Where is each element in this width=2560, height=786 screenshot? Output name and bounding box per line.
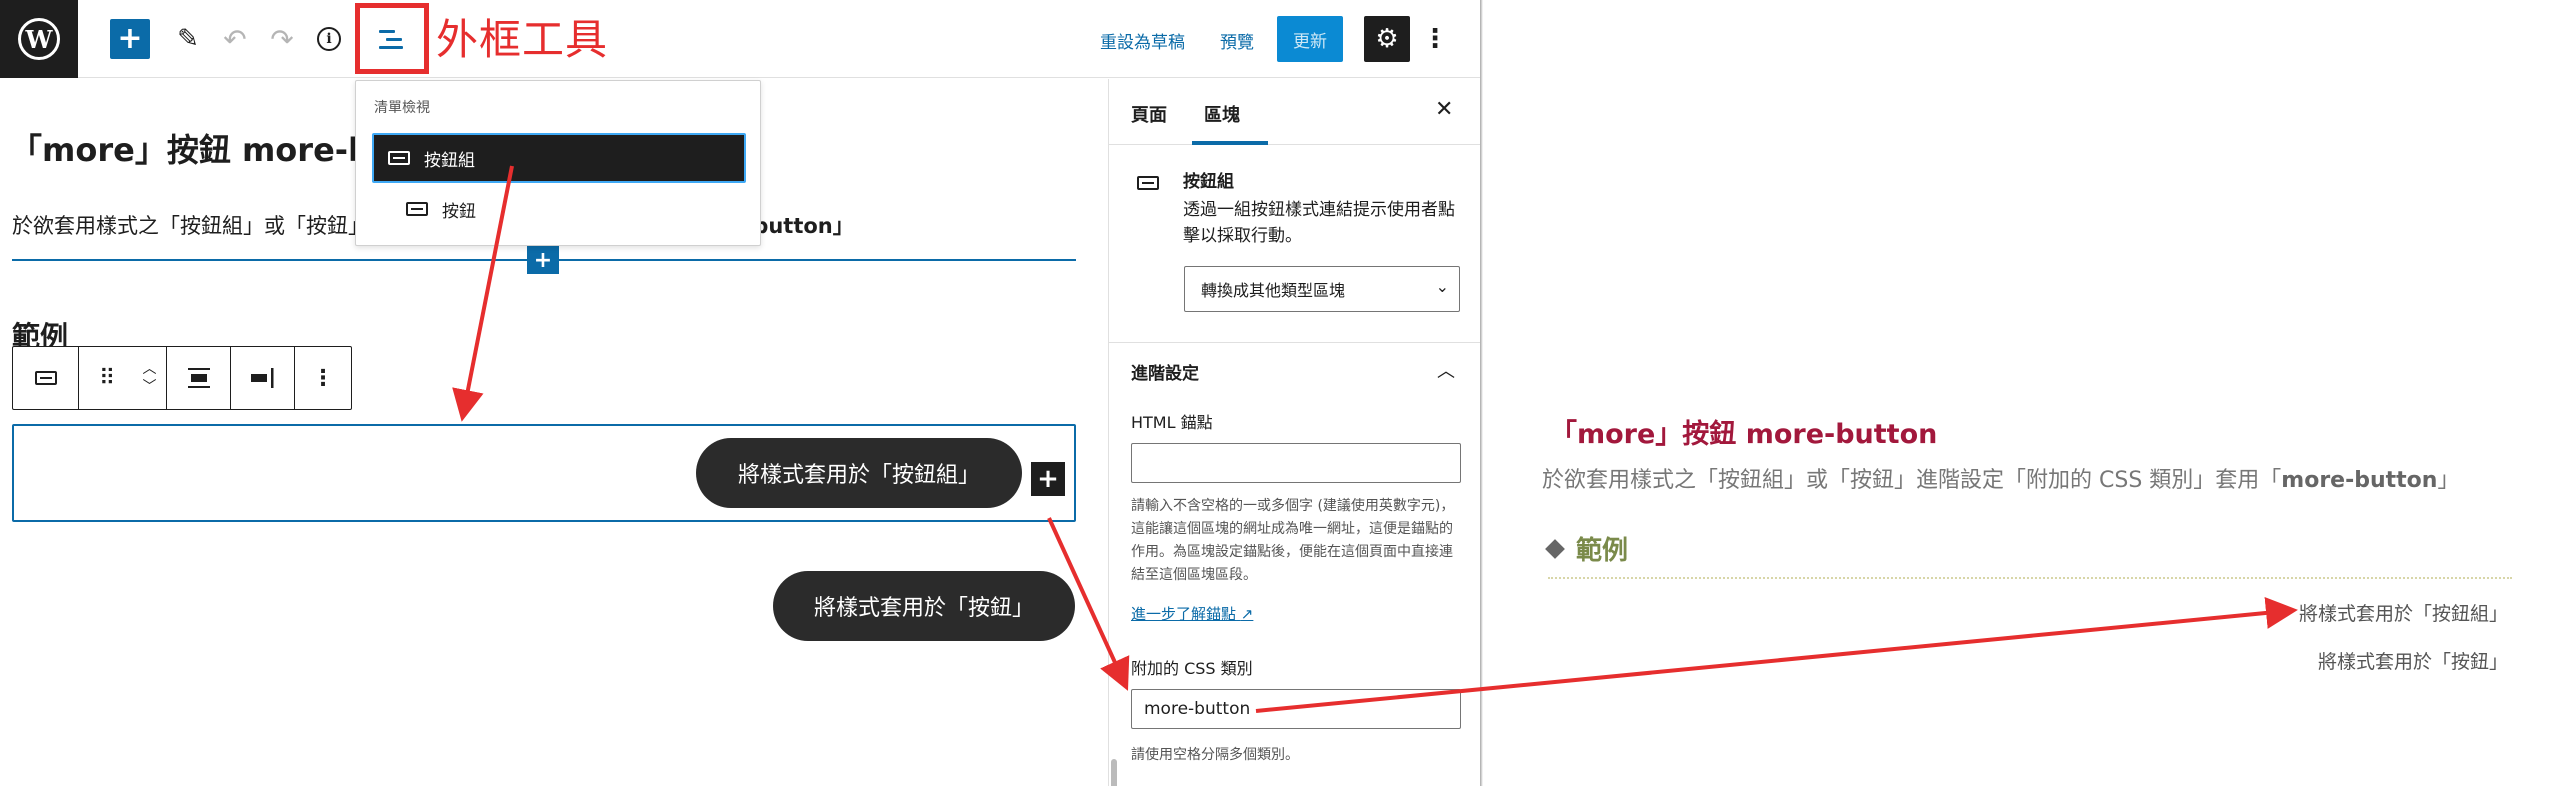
- undo-button[interactable]: ↶: [215, 19, 255, 59]
- html-anchor-input[interactable]: [1131, 443, 1461, 483]
- preview-more-link-group[interactable]: 將樣式套用於「按鈕組」: [2299, 599, 2508, 626]
- sidebar-tabs: 頁面 區塊 ✕: [1109, 79, 1480, 145]
- block-inserter-button[interactable]: +: [110, 19, 150, 59]
- paragraph-block[interactable]: 於欲套用樣式之「按鈕組」或「按鈕」: [12, 210, 369, 240]
- active-tab-indicator: [1192, 141, 1268, 145]
- wordpress-logo-button[interactable]: W: [0, 0, 78, 78]
- justify-right-button[interactable]: [231, 347, 295, 409]
- drag-icon: ⠿: [98, 365, 115, 391]
- learn-anchor-link[interactable]: 進一步了解錨點 ↗: [1131, 603, 1253, 624]
- list-view-item-button[interactable]: 按鈕: [406, 191, 476, 227]
- preview-paragraph-text: 於欲套用樣式之「按鈕組」或「按鈕」進階設定「附加的 CSS 類別」套用「: [1542, 468, 2282, 493]
- switch-to-draft-button[interactable]: 重設為草稿: [1100, 28, 1185, 53]
- button-block-icon: [406, 202, 428, 216]
- block-card-description: 透過一組按鈕樣式連結提示使用者點擊以採取行動。: [1183, 200, 1455, 246]
- preview-paragraph-bold: more-button: [2281, 468, 2438, 493]
- chevron-up-icon[interactable]: ︿: [1437, 357, 1455, 383]
- list-view-item-label: 按鈕組: [424, 150, 475, 171]
- editor-top-bar: W + ✎ ↶ ↷ i 外框工具 重設為草稿 預覽 更新 ⚙ ⋮: [0, 0, 1480, 78]
- redo-icon: ↷: [270, 22, 294, 56]
- more-vertical-icon: ⋮: [312, 365, 334, 391]
- tab-page[interactable]: 頁面: [1131, 101, 1167, 127]
- settings-button[interactable]: ⚙: [1364, 16, 1410, 62]
- preview-title: 「more」按鈕 more-button: [1550, 419, 1938, 450]
- preview-paragraph-close: 」: [2437, 468, 2460, 493]
- add-button-button[interactable]: +: [1031, 462, 1065, 496]
- justify-center-button[interactable]: [167, 347, 231, 409]
- preview-button[interactable]: 預覽: [1220, 28, 1254, 53]
- list-view-button[interactable]: [372, 19, 412, 59]
- preview-more-link-button[interactable]: 將樣式套用於「按鈕」: [2318, 647, 2508, 674]
- block-editor: W + ✎ ↶ ↷ i 外框工具 重設為草稿 預覽 更新 ⚙ ⋮ 「more」按…: [0, 0, 1480, 786]
- panel-divider: [1109, 342, 1480, 343]
- update-button[interactable]: 更新: [1277, 16, 1343, 62]
- transform-block-select[interactable]: 轉換成其他類型區塊 ⌄: [1184, 266, 1460, 312]
- chevron-down-icon: ⌄: [1435, 277, 1449, 296]
- plus-icon: +: [117, 21, 143, 56]
- plus-icon: +: [533, 247, 553, 273]
- css-class-input[interactable]: more-button: [1131, 689, 1461, 729]
- options-menu-button[interactable]: ⋮: [1422, 16, 1448, 62]
- info-icon: i: [317, 27, 341, 51]
- block-toolbar: ⠿ ︿ ﹀ ⋮: [12, 346, 352, 410]
- plus-icon: +: [1037, 464, 1059, 494]
- external-link-icon: ↗: [1240, 605, 1254, 623]
- insert-between-button[interactable]: +: [527, 246, 559, 274]
- move-block-controls[interactable]: ︿ ﹀: [133, 347, 167, 409]
- diamond-icon: [1545, 538, 1565, 559]
- pill-callout-button: 將樣式套用於「按鈕」: [773, 571, 1075, 641]
- buttons-block-icon: [34, 371, 57, 385]
- css-class-label: 附加的 CSS 類別: [1131, 659, 1253, 678]
- pen-icon: ✎: [177, 24, 199, 54]
- post-title[interactable]: 「more」按鈕 more-bu: [10, 125, 394, 171]
- preview-heading-text: 範例: [1576, 536, 1629, 566]
- settings-sidebar: 頁面 區塊 ✕ 按鈕組 透過一組按鈕樣式連結提示使用者點擊以採取行動。 轉換成其…: [1108, 79, 1480, 786]
- preview-dotted-divider: [1548, 577, 2512, 579]
- buttons-block-icon: [388, 151, 410, 165]
- html-anchor-help: 請輸入不含空格的一或多個字 (建議使用英數字元)，這能讓這個區塊的網址成為唯一網…: [1131, 498, 1455, 583]
- list-view-panel: 清單檢視 按鈕組 按鈕: [355, 80, 761, 246]
- pill-callout-button-group: 將樣式套用於「按鈕組」: [696, 438, 1022, 508]
- block-type-button[interactable]: [13, 347, 79, 409]
- undo-icon: ↶: [223, 22, 247, 56]
- sidebar-scrollbar[interactable]: [1111, 759, 1117, 786]
- list-view-item-label: 按鈕: [442, 201, 476, 222]
- tab-block[interactable]: 區塊: [1204, 101, 1240, 127]
- justify-right-icon: [250, 368, 273, 388]
- block-options-button[interactable]: ⋮: [295, 347, 351, 409]
- close-icon: ✕: [1435, 97, 1454, 122]
- advanced-panel-toggle[interactable]: 進階設定: [1131, 359, 1199, 384]
- transform-block-label: 轉換成其他類型區塊: [1201, 281, 1346, 300]
- preview-paragraph: 於欲套用樣式之「按鈕組」或「按鈕」進階設定「附加的 CSS 類別」套用「more…: [1542, 462, 2459, 494]
- list-view-item-buttons-group[interactable]: 按鈕組: [372, 133, 746, 183]
- drag-handle[interactable]: ⠿: [79, 347, 133, 409]
- annotation-callout-label: 外框工具: [436, 15, 609, 64]
- redo-button[interactable]: ↷: [262, 19, 302, 59]
- wordpress-icon: W: [18, 18, 60, 60]
- move-up-down-icon: ︿ ﹀: [142, 361, 157, 395]
- more-vertical-icon: ⋮: [1422, 24, 1448, 54]
- gear-icon: ⚙: [1375, 24, 1399, 54]
- block-card-title: 按鈕組: [1183, 172, 1234, 192]
- preview-heading: 範例: [1545, 530, 1629, 567]
- list-view-title: 清單檢視: [374, 100, 430, 116]
- tools-button[interactable]: ✎: [168, 19, 208, 59]
- buttons-block-icon: [1137, 176, 1159, 190]
- learn-anchor-link-text: 進一步了解錨點: [1131, 605, 1237, 623]
- list-view-icon: [379, 28, 405, 50]
- css-class-help: 請使用空格分隔多個類別。: [1131, 747, 1299, 763]
- close-sidebar-button[interactable]: ✕: [1435, 97, 1453, 122]
- details-button[interactable]: i: [309, 19, 349, 59]
- justify-center-icon: [187, 368, 210, 388]
- html-anchor-label: HTML 錨點: [1131, 413, 1213, 432]
